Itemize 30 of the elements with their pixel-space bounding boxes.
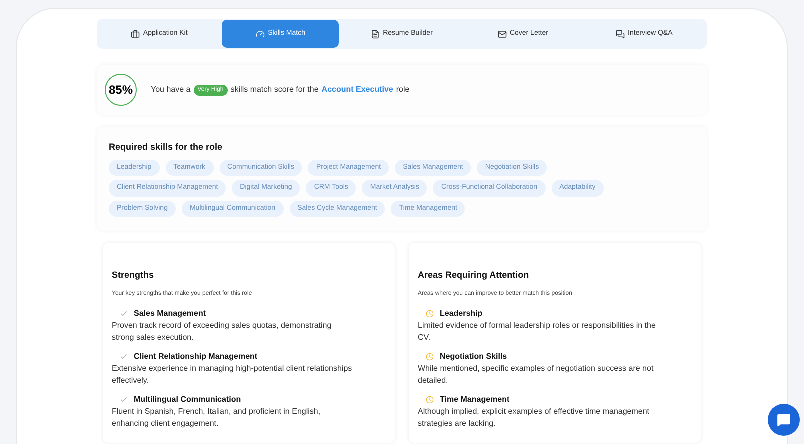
- chat-icon: [777, 413, 791, 427]
- tab-icon: [616, 30, 626, 38]
- chat-button[interactable]: [768, 404, 800, 436]
- tab-icon: [371, 30, 380, 38]
- tab-icon: [131, 30, 140, 38]
- item-title: Sales Management: [134, 308, 206, 320]
- item-description: Fluent in Spanish, French, Italian, and proficient in English, enhancing client engagement.: [112, 406, 322, 430]
- clock-icon: [426, 310, 434, 318]
- role-name: Account Executive: [322, 84, 394, 96]
- panel-title: Areas Requiring Attention: [418, 269, 530, 282]
- clock-icon: [426, 396, 434, 404]
- score-percent: 85%: [105, 74, 137, 106]
- check-icon: [120, 310, 128, 318]
- tab-icon: [498, 30, 507, 38]
- item-description: Limited evidence of formal leadership roles or responsibilities in the CV.: [418, 320, 657, 344]
- check-icon: [120, 396, 128, 404]
- item-title: Leadership: [440, 308, 483, 320]
- clock-icon: [426, 352, 434, 360]
- item-description: While mentioned, specific examples of negotiation success are not detailed.: [418, 362, 655, 386]
- tab-icon: [256, 30, 266, 38]
- item-description: Although implied, explicit examples of effective time management strategies are lacking.: [418, 406, 651, 430]
- item-title: Client Relationship Management: [134, 350, 258, 362]
- item-description: Proven track record of exceeding sales quotas, demonstrating strong sales execution.: [112, 320, 333, 344]
- item-title: Negotiation Skills: [440, 350, 508, 362]
- item-title: Time Management: [440, 394, 510, 406]
- check-icon: [120, 352, 128, 360]
- item-description: Extensive experience in managing high-potential client relationships effectively.: [112, 362, 354, 386]
- item-title: Multilingual Communication: [134, 394, 242, 406]
- section-title: Required skills for the role: [109, 141, 224, 154]
- panel-title: Strengths: [112, 269, 156, 282]
